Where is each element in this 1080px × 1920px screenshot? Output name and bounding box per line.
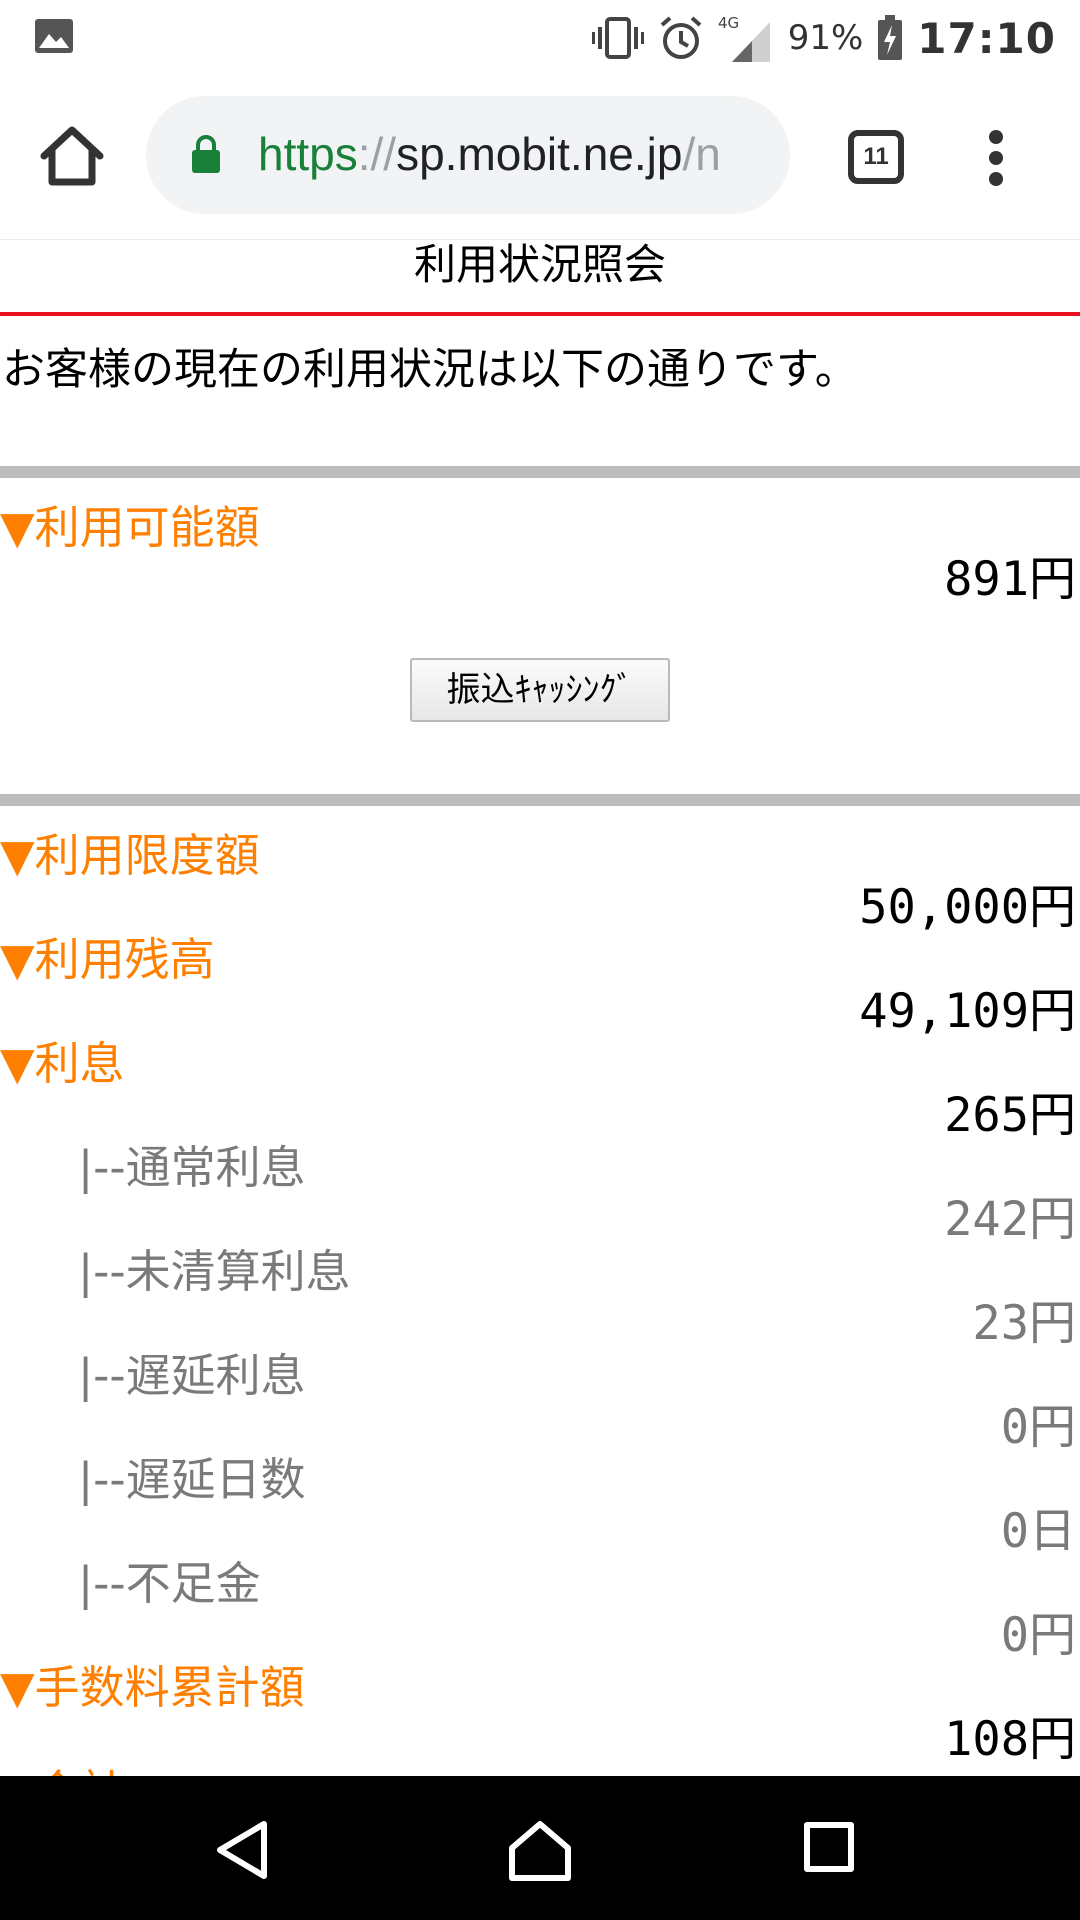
credit-limit-value: 50,000円 — [859, 880, 1076, 935]
page-title: 利用状況照会 — [413, 240, 666, 289]
regular-interest-label: |--通常利息 — [78, 1141, 306, 1194]
url-host: sp.mobit.ne.jp — [396, 128, 683, 180]
section-divider — [0, 466, 1080, 478]
late-days-value: 0日 — [1000, 1504, 1076, 1559]
balance-heading: ▼利用残高 — [0, 933, 215, 986]
battery-charging-icon — [878, 15, 903, 60]
battery-percent: 91% — [787, 18, 864, 58]
home-nav-icon[interactable] — [506, 1816, 574, 1884]
title-divider — [0, 312, 1080, 316]
system-navigation-bar — [0, 1776, 1080, 1920]
browser-toolbar: https://sp.mobit.ne.jp/n 11 — [0, 72, 1080, 240]
balance-value: 49,109円 — [859, 984, 1076, 1039]
unsettled-interest-label: |--未清算利息 — [78, 1245, 351, 1298]
shortfall-value: 0円 — [1000, 1608, 1076, 1663]
section-divider — [0, 794, 1080, 806]
interest-value: 265円 — [944, 1088, 1076, 1143]
alarm-icon — [660, 16, 702, 59]
total-heading-partial: ▼合計 — [0, 1762, 125, 1776]
unsettled-interest-value: 23円 — [972, 1296, 1076, 1351]
late-days-label: |--遅延日数 — [78, 1453, 306, 1506]
signal-icon: 4G — [718, 14, 770, 62]
tab-count: 11 — [863, 143, 889, 170]
available-amount-heading: ▼利用可能額 — [0, 501, 260, 554]
status-icons: 4G 91% 17:10 — [591, 10, 1056, 66]
overflow-menu-icon[interactable] — [978, 130, 1014, 186]
vibrate-icon — [591, 17, 644, 59]
transfer-cashing-button[interactable]: 振込ｷｬｯｼﾝｸﾞ — [410, 658, 670, 722]
interest-heading: ▼利息 — [0, 1037, 125, 1090]
available-amount-value: 891円 — [944, 552, 1076, 607]
regular-interest-value: 242円 — [944, 1192, 1076, 1247]
recent-apps-icon[interactable] — [804, 1822, 854, 1872]
network-type-label: 4G — [718, 14, 739, 32]
fees-total-heading: ▼手数料累計額 — [0, 1661, 305, 1714]
credit-limit-heading: ▼利用限度額 — [0, 829, 260, 882]
web-page: 利用状況照会 お客様の現在の利用状況は以下の通りです。 ▼利用可能額 891円 … — [0, 240, 1080, 1776]
url-text[interactable]: https://sp.mobit.ne.jp/n — [258, 122, 721, 186]
image-icon — [35, 19, 73, 53]
url-scheme: https — [258, 128, 358, 180]
clock: 17:10 — [917, 13, 1056, 63]
url-separator: :// — [357, 128, 397, 180]
status-bar: 4G 91% 17:10 — [0, 0, 1080, 72]
home-icon[interactable] — [36, 120, 108, 192]
late-interest-value: 0円 — [1000, 1400, 1076, 1455]
url-path: /n — [682, 128, 721, 180]
intro-text: お客様の現在の利用状況は以下の通りです。 — [2, 345, 858, 395]
late-interest-label: |--遅延利息 — [78, 1349, 306, 1402]
back-icon[interactable] — [212, 1820, 272, 1880]
shortfall-label: |--不足金 — [78, 1557, 261, 1610]
tab-switcher-button[interactable]: 11 — [848, 130, 904, 184]
address-bar[interactable]: https://sp.mobit.ne.jp/n — [146, 96, 790, 214]
lock-icon — [192, 135, 220, 173]
fees-total-value: 108円 — [944, 1712, 1076, 1767]
